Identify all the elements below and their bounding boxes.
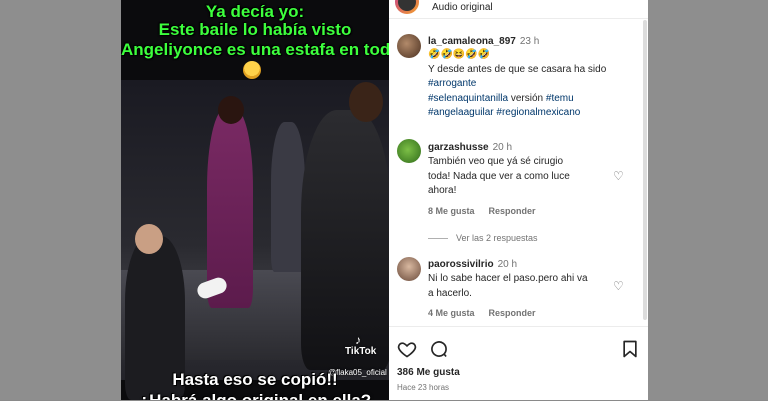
video-player[interactable]: Ya decía yo: Este baile lo había visto A… <box>121 0 389 400</box>
comment-username[interactable]: la_camaleona_897 23 h <box>428 36 539 47</box>
tiktok-brand: TikTok <box>345 346 377 357</box>
dancer-background <box>271 122 305 272</box>
overlay-text-top-3: Angeliyonce es una estafa en todo <box>121 40 389 59</box>
dancer-black <box>301 110 389 370</box>
hashtag-link[interactable]: #regionalmexicano <box>496 107 580 118</box>
avatar[interactable] <box>397 139 421 163</box>
comment-word: versión <box>510 92 544 104</box>
comment-icon[interactable] <box>429 339 449 359</box>
comment-likes[interactable]: 8 Me gusta <box>428 206 475 216</box>
comment-time: 23 h <box>519 36 540 47</box>
view-replies-button[interactable]: Ver las 2 respuestas <box>428 233 538 243</box>
comment-like-heart-icon[interactable]: ♡ <box>613 280 625 292</box>
avatar[interactable] <box>397 257 421 281</box>
emoji-icon <box>243 61 261 79</box>
overlay-text-bottom-2: ¿Habrá algo original en ella? <box>121 391 389 400</box>
dancer-purple-head <box>218 96 244 124</box>
comment-emojis: 🤣🤣😆🤣🤣 <box>428 49 491 60</box>
page-backdrop-left <box>0 0 121 400</box>
audio-label[interactable]: Audio original <box>432 2 493 13</box>
hashtag-link[interactable]: #angelaaguilar <box>428 107 494 118</box>
comment-line: Y desde antes de que se casara ha sido <box>428 63 607 75</box>
post-actions: 386 Me gusta Hace 23 horas <box>389 326 648 401</box>
comment-text: Ni lo sabe hacer el paso.pero ahi va a h… <box>428 272 618 301</box>
comment-time: 20 h <box>497 259 518 270</box>
comment-time: 20 h <box>492 142 513 153</box>
comment-text: 🤣🤣😆🤣🤣 Y desde antes de que se casara ha … <box>428 48 618 121</box>
hashtag-link[interactable]: #selenaquintanilla <box>428 93 508 104</box>
post-time: Hace 23 horas <box>397 383 450 392</box>
comments-panel: Audio original la_camaleona_897 23 h 🤣🤣😆🤣… <box>389 0 648 400</box>
overlay-text-top-2: Este baile lo había visto <box>158 20 352 39</box>
page-backdrop-right <box>648 0 768 400</box>
author-avatar[interactable] <box>395 0 419 14</box>
comment-line: toda! Nada que ver a como luce <box>428 170 570 182</box>
tiktok-logo-icon: ♪ <box>355 333 361 347</box>
man-in-suit-head <box>135 224 163 254</box>
bookmark-icon[interactable] <box>620 339 640 359</box>
heart-icon[interactable] <box>397 339 417 359</box>
comment-likes[interactable]: 4 Me gusta <box>428 308 475 318</box>
post-likes[interactable]: 386 Me gusta <box>397 367 460 378</box>
comment-meta: 8 Me gusta Responder <box>428 206 550 216</box>
dancer-black-head <box>349 82 383 122</box>
replies-divider <box>428 238 448 240</box>
comment-line: ahora! <box>428 185 457 196</box>
post-header: Audio original <box>389 0 648 19</box>
reply-button[interactable]: Responder <box>489 206 536 216</box>
comment-like-heart-icon[interactable]: ♡ <box>613 170 625 182</box>
overlay-text-bottom-1: Hasta eso se copió!! <box>172 370 338 389</box>
comment-line: También veo que yá sé cirugio <box>428 156 564 167</box>
comment-username[interactable]: garzashusse 20 h <box>428 142 512 153</box>
comment-username[interactable]: paorossivilrio 20 h <box>428 259 517 270</box>
comment-line: a hacerlo. <box>428 287 472 299</box>
comment-line: Ni lo sabe hacer el paso.pero ahi va <box>428 273 588 284</box>
hashtag-link[interactable]: #temu <box>546 93 574 104</box>
comment-text: También veo que yá sé cirugio toda! Nada… <box>428 155 618 199</box>
overlay-text-top-1: Ya decía yo: <box>205 2 305 21</box>
hashtag-link[interactable]: #arrogante <box>428 78 476 89</box>
comment-meta: 4 Me gusta Responder <box>428 308 550 318</box>
reply-button[interactable]: Responder <box>489 308 536 318</box>
comments-scrollbar[interactable] <box>643 20 647 320</box>
avatar[interactable] <box>397 34 421 58</box>
